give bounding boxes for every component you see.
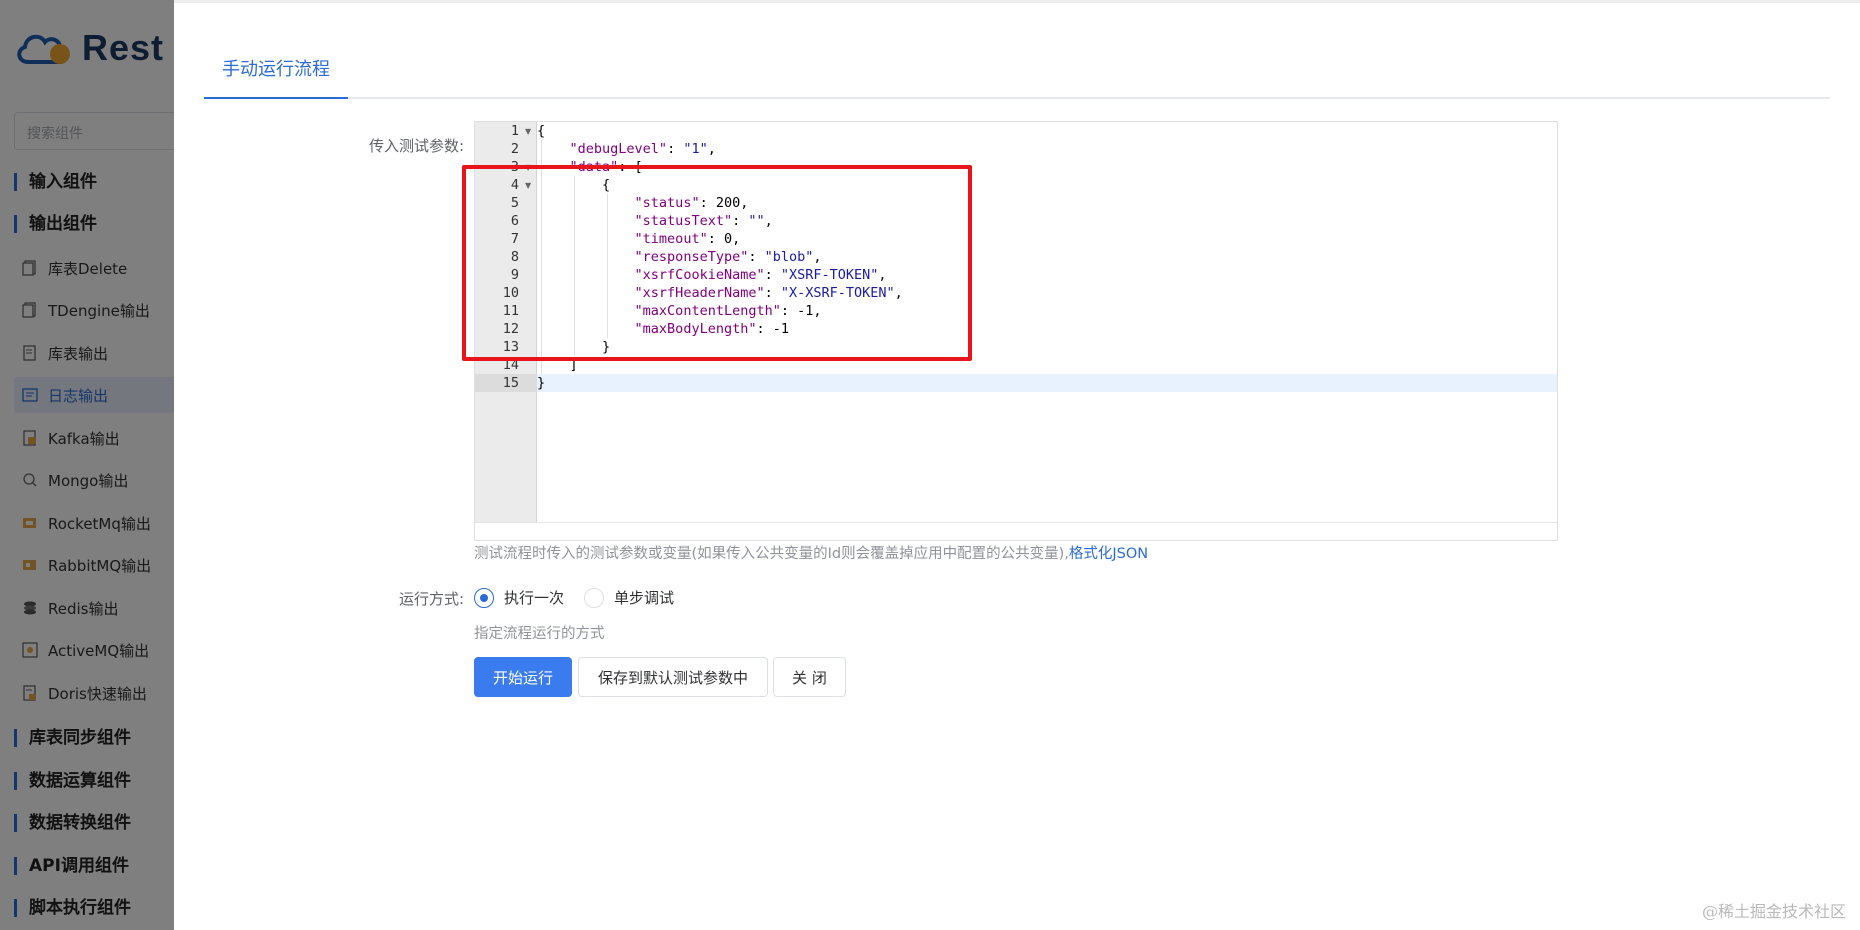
line-number: 2	[510, 141, 519, 157]
watermark: @稀土掘金技术社区	[1701, 902, 1846, 921]
radio-label: 执行一次	[504, 589, 565, 607]
radio-unchecked-icon[interactable]	[584, 587, 604, 608]
code-line: }	[537, 375, 546, 391]
editor-status-bar	[475, 522, 1557, 540]
run-mode-label: 运行方式:	[398, 590, 464, 608]
code-line: "debugLevel": "1",	[569, 141, 716, 157]
params-hint: 测试流程时传入的测试参数或变量(如果传入公共变量的Id则会覆盖掉应用中配置的公共…	[474, 542, 1148, 563]
radio-checked-icon[interactable]	[474, 587, 494, 608]
fold-toggle-icon[interactable]: ▼	[525, 127, 531, 136]
radio-run-once[interactable]: 执行一次	[474, 587, 564, 608]
run-mode-hint: 指定流程运行的方式	[474, 626, 605, 642]
start-run-button[interactable]: 开始运行	[474, 657, 572, 697]
close-button[interactable]: 关 闭	[773, 657, 846, 697]
save-default-params-button[interactable]: 保存到默认测试参数中	[578, 657, 768, 697]
line-number: 1	[510, 123, 519, 139]
radio-step-debug[interactable]: 单步调试	[584, 587, 674, 608]
tab-active-indicator	[204, 97, 348, 99]
radio-label: 单步调试	[614, 589, 675, 607]
annotation-highlight-box	[462, 165, 972, 361]
run-flow-drawer: 手动运行流程 传入测试参数: 1 2 3 4 5 6 7 8 9 10 11 1…	[174, 0, 1860, 930]
tab-manual-run[interactable]: 手动运行流程	[204, 55, 348, 99]
format-json-link[interactable]: 格式化JSON	[1069, 546, 1148, 562]
code-line: {	[537, 123, 546, 139]
active-line-highlight	[537, 374, 1557, 392]
line-number: 15	[502, 375, 519, 391]
drawer-tabs: 手动运行流程	[204, 3, 1830, 99]
params-hint-text: 测试流程时传入的测试参数或变量(如果传入公共变量的Id则会覆盖掉应用中配置的公共…	[474, 546, 1069, 562]
params-label: 传入测试参数:	[368, 137, 464, 155]
